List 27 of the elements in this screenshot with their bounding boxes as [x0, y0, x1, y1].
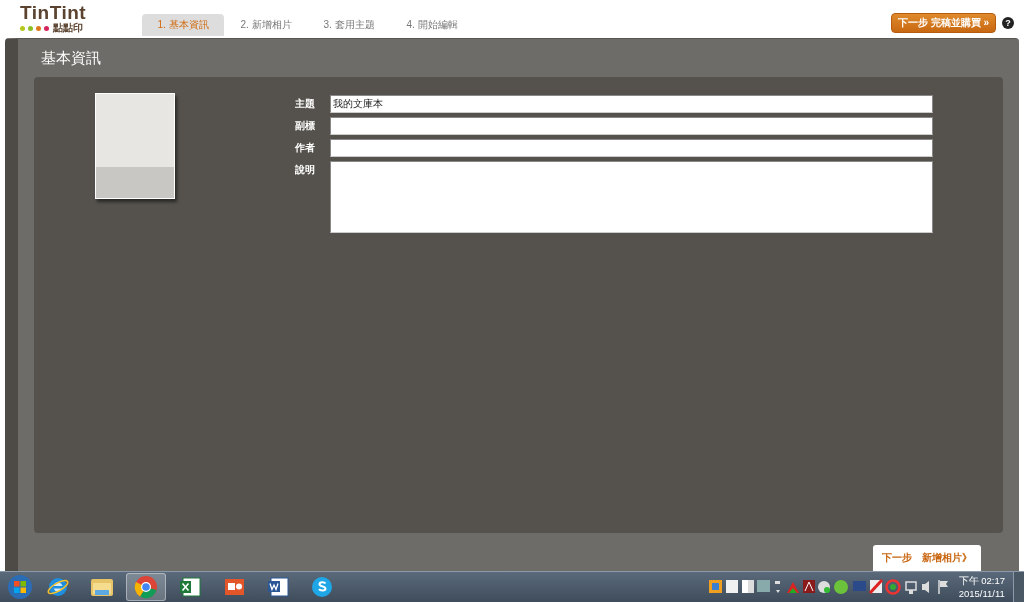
next-button[interactable]: 下一步 新增相片》 [873, 545, 981, 571]
input-field[interactable]: 我的文庫本 [330, 95, 933, 113]
step-tab[interactable]: 1. 基本資訊 [142, 14, 224, 36]
input-field[interactable] [330, 139, 933, 157]
section-title: 基本資訊 [41, 49, 102, 68]
step-tab[interactable]: 3. 套用主題 [308, 14, 390, 36]
browser-icon [134, 575, 158, 599]
step-tab[interactable]: 4. 開始編輯 [391, 14, 473, 36]
clock-time: 下午 02:17 [958, 574, 1005, 587]
field-label: 作者 [295, 141, 316, 155]
document-icon [266, 575, 290, 599]
spreadsheet-icon [178, 575, 202, 599]
input-field[interactable] [330, 117, 933, 135]
step-tab[interactable]: 2. 新增相片 [225, 14, 307, 36]
field-label: 說明 [295, 163, 316, 177]
field-label: 副標 [295, 119, 316, 133]
browser-icon [46, 575, 70, 599]
show-desktop-button[interactable] [1013, 572, 1024, 602]
help-button[interactable]: ? [1002, 16, 1014, 29]
folder-icon [90, 576, 114, 598]
description-field[interactable] [330, 161, 933, 233]
clock-date: 2015/11/11 [958, 587, 1005, 600]
logo-text: TinTint [20, 3, 88, 23]
finish-button[interactable]: 下一步 完稿並購買 » [890, 12, 996, 33]
field-label: 主題 [295, 97, 316, 111]
logo-subtitle: 點點印 [53, 23, 83, 33]
chat-icon [310, 575, 334, 599]
